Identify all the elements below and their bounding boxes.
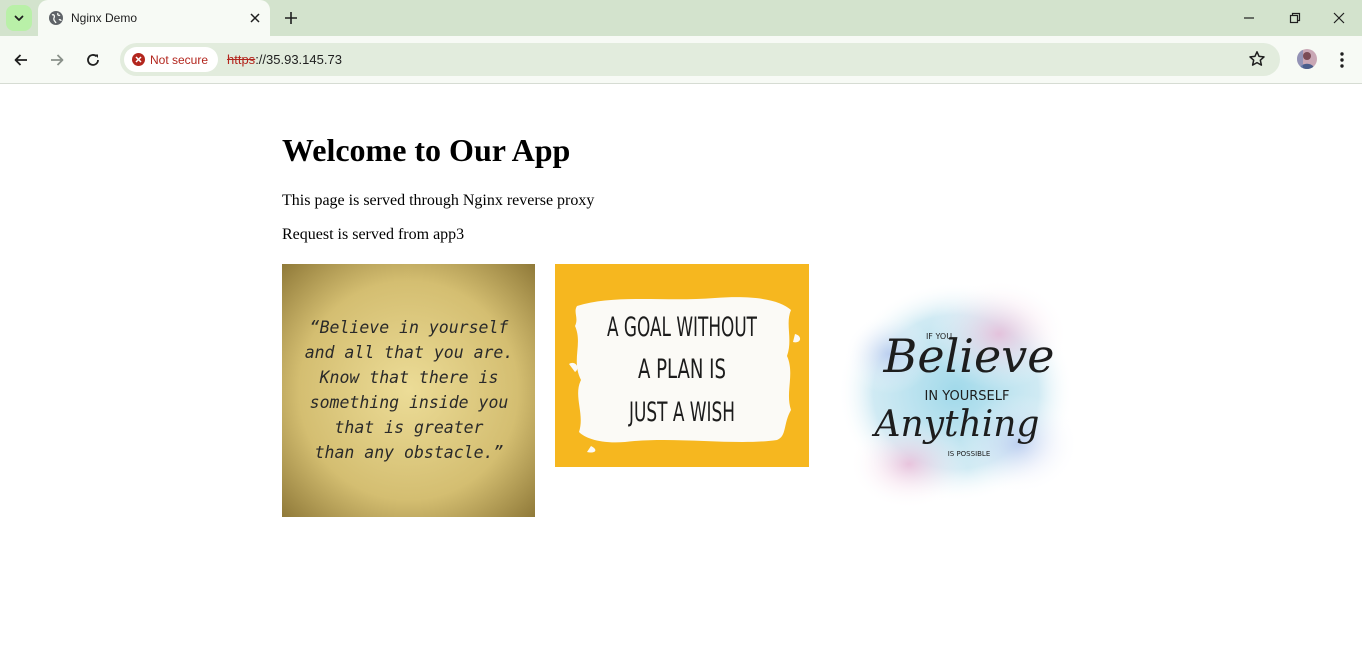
- address-bar[interactable]: Not secure https://35.93.145.73: [120, 43, 1280, 76]
- back-button[interactable]: [9, 48, 33, 72]
- close-window-button[interactable]: [1316, 0, 1362, 36]
- security-chip[interactable]: Not secure: [124, 47, 218, 72]
- restore-button[interactable]: [1272, 0, 1318, 36]
- quote2-line: A GOAL WITHOUT: [607, 312, 757, 343]
- more-vertical-icon: [1340, 52, 1344, 68]
- minimize-icon: [1244, 17, 1254, 19]
- quote3-anything: Anything: [872, 404, 1040, 445]
- app-server-info: Request is served from app3: [282, 226, 465, 243]
- url-text[interactable]: https://35.93.145.73: [227, 52, 342, 67]
- arrow-left-icon: [14, 54, 27, 66]
- quote-image-believe-in-yourself: “Believe in yourself and all that you ar…: [282, 264, 535, 517]
- forward-button[interactable]: [45, 48, 69, 72]
- quote-image-goal-without-plan: A GOAL WITHOUT A PLAN IS JUST A WISH: [555, 264, 809, 467]
- warning-icon: [132, 53, 145, 66]
- quote3-believe: Believe: [883, 329, 1055, 383]
- quote1-line: “Believe in yourself: [310, 318, 510, 337]
- close-icon: [250, 13, 260, 23]
- quote-image-believe-anything-possible: IF YOU Believe IN YOURSELF Anything IS P…: [829, 264, 1083, 518]
- security-label: Not secure: [150, 53, 209, 67]
- quote3-middle: IN YOURSELF: [925, 389, 1010, 404]
- plus-icon: [285, 12, 297, 24]
- browser-tab[interactable]: Nginx Demo: [38, 0, 270, 36]
- quote1-line: Know that there is: [319, 368, 499, 387]
- reload-button[interactable]: [81, 48, 105, 72]
- globe-icon: [49, 11, 63, 25]
- reload-icon: [87, 54, 99, 66]
- browser-toolbar: Not secure https://35.93.145.73: [0, 36, 1362, 84]
- proxy-description: This page is served through Nginx revers…: [282, 192, 595, 209]
- page-content: Welcome to Our App This page is served t…: [0, 84, 1362, 663]
- profile-avatar[interactable]: [1297, 49, 1317, 69]
- quote1-line: than any obstacle.”: [315, 443, 504, 462]
- url-host: ://35.93.145.73: [255, 52, 342, 67]
- tab-strip: Nginx Demo: [0, 0, 1362, 36]
- restore-icon: [1289, 12, 1301, 24]
- chevron-down-icon: [14, 15, 24, 21]
- quote3-small-bottom: IS POSSIBLE: [948, 450, 991, 458]
- quote2-line: JUST A WISH: [628, 397, 735, 428]
- page-heading: Welcome to Our App: [282, 132, 571, 168]
- quote2-line: A PLAN IS: [638, 354, 726, 385]
- quote1-line: that is greater: [334, 418, 483, 437]
- quote1-line: and all that you are.: [305, 343, 514, 362]
- close-icon: [1333, 12, 1345, 24]
- new-tab-button[interactable]: [280, 7, 302, 29]
- browser-menu-button[interactable]: [1332, 48, 1352, 72]
- bookmark-star-icon[interactable]: [1248, 50, 1266, 68]
- quote1-line: something inside you: [310, 393, 509, 412]
- tab-close-button[interactable]: [246, 9, 264, 27]
- tab-title: Nginx Demo: [71, 11, 138, 25]
- url-scheme: https: [227, 52, 256, 67]
- minimize-button[interactable]: [1226, 0, 1272, 36]
- avatar-image: [1297, 49, 1317, 69]
- tab-search-button[interactable]: [6, 5, 32, 31]
- arrow-right-icon: [51, 54, 64, 66]
